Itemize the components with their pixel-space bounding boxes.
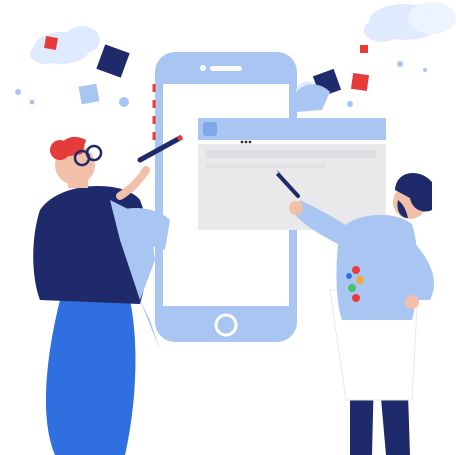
designer-woman xyxy=(33,136,170,455)
cloud-icon xyxy=(364,2,456,42)
illustration-canvas xyxy=(0,0,456,455)
designers-illustration xyxy=(15,2,456,455)
cloud-icon xyxy=(30,26,100,64)
